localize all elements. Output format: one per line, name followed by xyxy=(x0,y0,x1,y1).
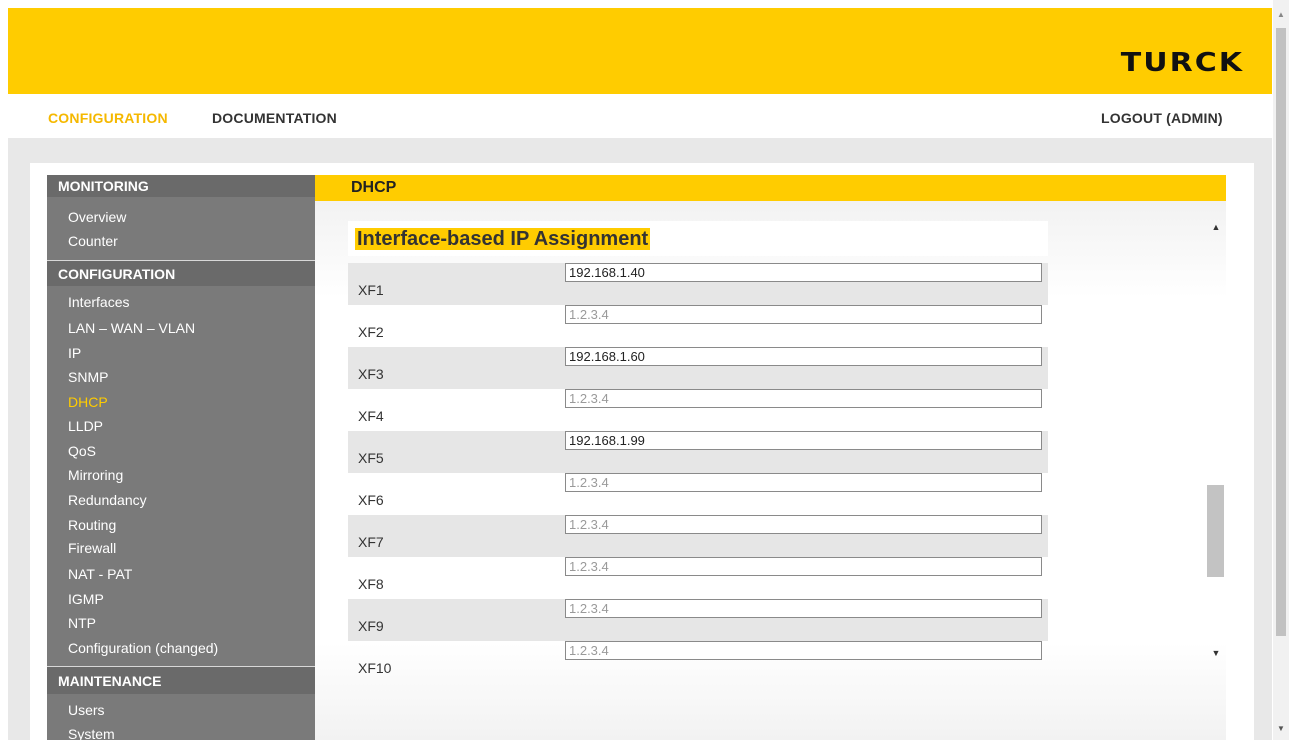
ip-assignment-row: XF4 xyxy=(348,389,1048,431)
nav-documentation[interactable]: DOCUMENTATION xyxy=(212,110,337,126)
sidebar-item-overview[interactable]: Overview xyxy=(68,209,126,225)
ip-assignment-row: XF5 xyxy=(348,431,1048,473)
ip-assignment-row: XF9 xyxy=(348,599,1048,641)
interface-label: XF1 xyxy=(358,282,384,298)
ip-assignment-row: XF6 xyxy=(348,473,1048,515)
ip-assignment-row: XF1 xyxy=(348,263,1048,305)
sidebar-item-snmp[interactable]: SNMP xyxy=(68,369,108,385)
sidebar-item-ip[interactable]: IP xyxy=(68,345,81,361)
ip-input-xf1[interactable] xyxy=(565,263,1042,282)
sidebar-item-dhcp[interactable]: DHCP xyxy=(68,394,108,410)
interface-label: XF7 xyxy=(358,534,384,550)
sidebar-item-users[interactable]: Users xyxy=(68,702,105,718)
interface-label: XF5 xyxy=(358,450,384,466)
sidebar: MONITORING Overview Counter CONFIGURATIO… xyxy=(47,175,315,740)
page-scrollbar-thumb[interactable] xyxy=(1276,28,1286,636)
nav-configuration[interactable]: CONFIGURATION xyxy=(48,110,168,126)
ip-assignment-row: XF3 xyxy=(348,347,1048,389)
ip-input-xf4[interactable] xyxy=(565,389,1042,408)
sidebar-item-nat-pat[interactable]: NAT - PAT xyxy=(68,566,132,582)
turck-logo: TURCK xyxy=(1120,48,1244,78)
panel-scrollbar-thumb[interactable] xyxy=(1207,485,1224,577)
ip-input-xf8[interactable] xyxy=(565,557,1042,576)
ip-assignment-row: XF8 xyxy=(348,557,1048,599)
sidebar-item-configuration-changed[interactable]: Configuration (changed) xyxy=(68,640,218,656)
sidebar-item-ntp[interactable]: NTP xyxy=(68,615,96,631)
header-bar: TURCK xyxy=(8,8,1272,94)
ip-input-xf7[interactable] xyxy=(565,515,1042,534)
interface-label: XF4 xyxy=(358,408,384,424)
sidebar-item-lan-wan-vlan[interactable]: LAN – WAN – VLAN xyxy=(68,320,195,336)
ip-assignment-row: XF10 xyxy=(348,641,1048,683)
sidebar-item-igmp[interactable]: IGMP xyxy=(68,591,104,607)
sidebar-item-mirroring[interactable]: Mirroring xyxy=(68,467,123,483)
triangle-down-icon[interactable]: ▼ xyxy=(1210,648,1222,660)
page-scroll-down-icon[interactable]: ▼ xyxy=(1276,724,1286,733)
ip-input-xf6[interactable] xyxy=(565,473,1042,492)
sidebar-item-qos[interactable]: QoS xyxy=(68,443,96,459)
logout-link[interactable]: LOGOUT (ADMIN) xyxy=(1101,110,1223,126)
sidebar-item-firewall[interactable]: Firewall xyxy=(68,540,116,556)
sidebar-item-lldp[interactable]: LLDP xyxy=(68,418,103,434)
top-nav: CONFIGURATION DOCUMENTATION LOGOUT (ADMI… xyxy=(8,94,1272,138)
ip-input-xf3[interactable] xyxy=(565,347,1042,366)
interface-label: XF9 xyxy=(358,618,384,634)
ip-input-xf5[interactable] xyxy=(565,431,1042,450)
ip-input-xf10[interactable] xyxy=(565,641,1042,660)
ip-input-xf9[interactable] xyxy=(565,599,1042,618)
interface-label: XF8 xyxy=(358,576,384,592)
sidebar-item-routing[interactable]: Routing xyxy=(68,517,116,533)
page-title: DHCP xyxy=(351,179,397,196)
ip-input-xf2[interactable] xyxy=(565,305,1042,324)
sidebar-item-system[interactable]: System xyxy=(68,726,115,740)
interface-label: XF2 xyxy=(358,324,384,340)
page-scroll-up-icon[interactable]: ▲ xyxy=(1276,10,1286,19)
page-title-bar: DHCP xyxy=(315,175,1226,201)
interface-label: XF6 xyxy=(358,492,384,508)
sidebar-section-monitoring[interactable]: MONITORING xyxy=(47,175,315,197)
interface-label: XF3 xyxy=(358,366,384,382)
sidebar-item-interfaces[interactable]: Interfaces xyxy=(68,294,129,310)
sidebar-section-configuration[interactable]: CONFIGURATION xyxy=(47,260,315,286)
sidebar-section-maintenance[interactable]: MAINTENANCE xyxy=(47,666,315,694)
section-title: Interface-based IP Assignment xyxy=(355,228,651,250)
sidebar-item-redundancy[interactable]: Redundancy xyxy=(68,492,147,508)
ip-assignment-row: XF2 xyxy=(348,305,1048,347)
ip-assignment-row: XF7 xyxy=(348,515,1048,557)
interface-label: XF10 xyxy=(358,660,392,676)
triangle-up-icon[interactable]: ▲ xyxy=(1210,222,1222,234)
sidebar-item-counter[interactable]: Counter xyxy=(68,233,118,249)
